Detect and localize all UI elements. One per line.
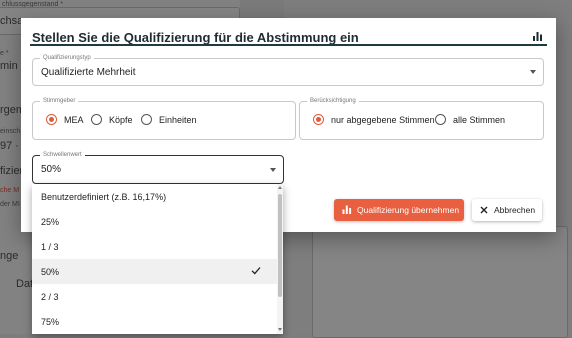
radio-all-votes[interactable] <box>435 114 446 125</box>
threshold-option-label: 50% <box>41 267 60 277</box>
threshold-option-25[interactable]: 25% <box>32 209 277 234</box>
threshold-option-50[interactable]: 50% <box>32 259 277 284</box>
voter-group: Stimmgeber MEA Köpfe Einheiten <box>32 97 296 140</box>
radio-koepfe[interactable] <box>91 114 102 125</box>
bg-field-subject-value: chsa <box>0 15 24 27</box>
consideration-group-label: Berücksichtigung <box>307 97 359 105</box>
cancel-label: Abbrechen <box>494 205 536 215</box>
threshold-option-label: Benutzerdefiniert (z.B. 16,17%) <box>41 192 167 202</box>
threshold-option-75[interactable]: 75% <box>32 309 277 334</box>
chevron-down-icon <box>530 70 536 74</box>
threshold-value: 50% <box>41 164 62 175</box>
scroll-down-arrow-icon[interactable] <box>278 328 282 331</box>
radio-all-votes-label: alle Stimmen <box>453 115 506 125</box>
bg-field-2-value: min <box>0 60 18 72</box>
threshold-options-menu: Benutzerdefiniert (z.B. 16,17%) 25% 1 / … <box>32 184 283 334</box>
threshold-option-custom[interactable]: Benutzerdefiniert (z.B. 16,17%) <box>32 184 277 209</box>
scroll-up-arrow-icon[interactable] <box>278 186 282 189</box>
threshold-option-label: 2 / 3 <box>41 292 59 302</box>
apply-qualification-button[interactable]: Qualifizierung übernehmen <box>334 199 464 221</box>
threshold-select[interactable]: Schwellenwert 50% <box>32 151 284 184</box>
threshold-option-2-3[interactable]: 2 / 3 <box>32 284 277 309</box>
radio-mea[interactable] <box>46 114 57 125</box>
scrollbar-thumb[interactable] <box>278 194 282 297</box>
chevron-down-icon <box>270 168 276 172</box>
bar-chart-icon <box>342 205 352 214</box>
radio-einheiten[interactable] <box>141 114 152 125</box>
radio-mea-label: MEA <box>64 115 84 125</box>
bg-text-6: der MI <box>0 201 20 208</box>
bar-chart-icon <box>533 32 542 41</box>
threshold-label: Schwellenwert <box>40 151 85 159</box>
consideration-group: Berücksichtigung nur abgegebene Stimmen … <box>299 97 544 140</box>
check-icon <box>251 267 261 275</box>
title-divider <box>30 44 547 46</box>
bg-editor-area <box>312 226 568 338</box>
qualification-type-value: Qualifizierte Mehrheit <box>41 67 136 78</box>
qualification-type-select[interactable]: Qualifizierungstyp Qualifizierte Mehrhei… <box>32 54 544 86</box>
radio-only-cast-votes[interactable] <box>313 114 324 125</box>
radio-einheiten-label: Einheiten <box>159 115 197 125</box>
bg-label-4: einsch <box>0 128 21 135</box>
threshold-option-label: 75% <box>41 317 60 327</box>
close-icon <box>480 206 488 214</box>
bg-red-text: che M <box>0 187 20 194</box>
dialog-title: Stellen Sie die Qualifizierung für die A… <box>32 30 359 45</box>
bg-label-2: e * <box>0 50 9 57</box>
threshold-option-label: 1 / 3 <box>41 242 59 252</box>
qualification-type-label: Qualifizierungstyp <box>40 54 94 62</box>
cancel-button[interactable]: Abbrechen <box>472 199 542 221</box>
threshold-option-1-3[interactable]: 1 / 3 <box>32 234 277 259</box>
threshold-option-label: 25% <box>41 217 60 227</box>
bg-label-5: fizier <box>0 165 24 177</box>
bg-text-7: nge <box>0 250 19 262</box>
menu-scrollbar[interactable] <box>277 184 283 334</box>
apply-qualification-label: Qualifizierung übernehmen <box>357 205 460 215</box>
radio-koepfe-label: Köpfe <box>109 115 133 125</box>
voter-group-label: Stimmgeber <box>40 97 79 105</box>
radio-only-cast-votes-label: nur abgegebene Stimmen <box>331 115 435 125</box>
